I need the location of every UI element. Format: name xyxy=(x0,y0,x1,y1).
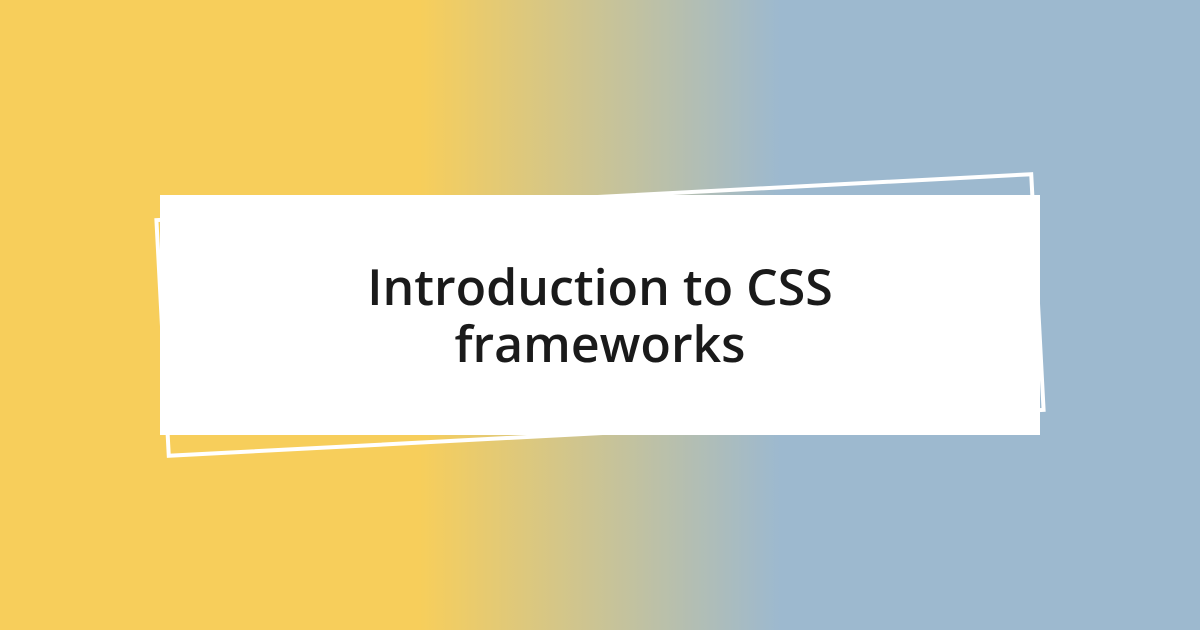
title-card: Introduction to CSS frameworks xyxy=(160,195,1040,435)
title-card-wrapper: Introduction to CSS frameworks xyxy=(160,195,1040,435)
page-title: Introduction to CSS frameworks xyxy=(220,258,980,373)
